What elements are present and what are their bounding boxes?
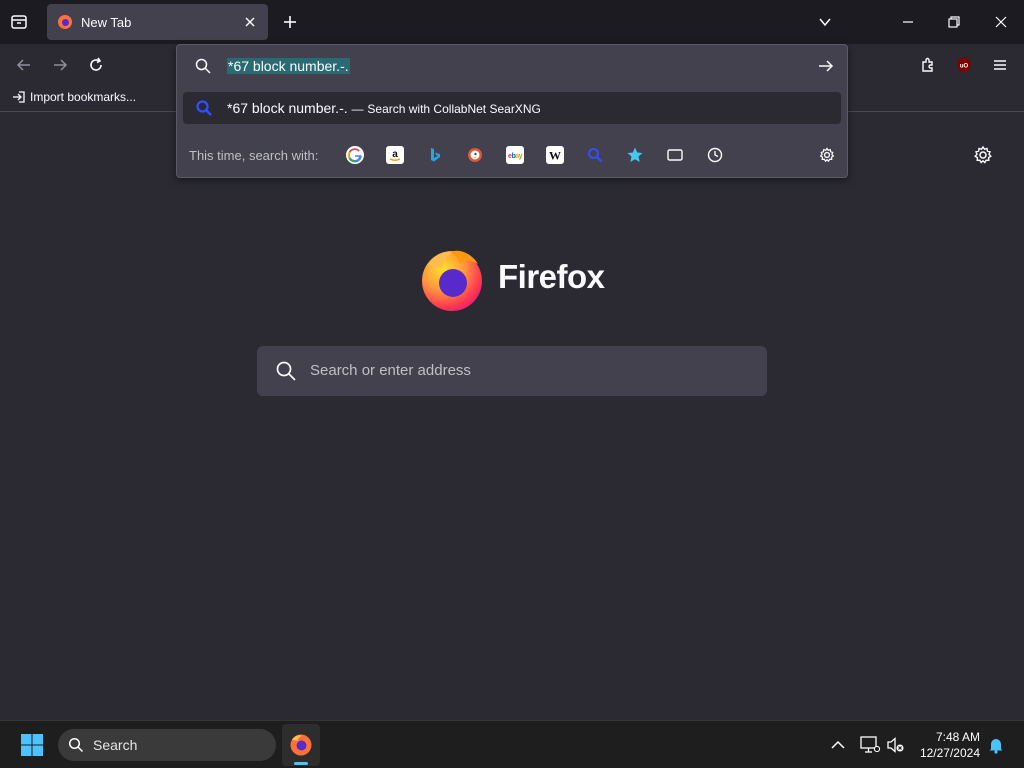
puzzle-icon bbox=[922, 57, 933, 72]
newtab-search-box[interactable]: Search or enter address bbox=[257, 346, 767, 396]
taskbar-firefox-button[interactable] bbox=[282, 724, 320, 766]
bell-icon bbox=[989, 739, 1003, 754]
app-menu-button[interactable] bbox=[989, 54, 1011, 76]
amazon-icon[interactable]: a bbox=[386, 146, 404, 164]
back-arrow-icon bbox=[16, 59, 30, 71]
minimize-icon bbox=[903, 21, 913, 23]
windows-taskbar: Search 7:48 AM 12/27/2024 bbox=[0, 720, 1024, 768]
ublock-origin-icon: uO bbox=[957, 57, 971, 73]
tab-new-tab[interactable]: New Tab bbox=[47, 4, 268, 40]
searxng-icon bbox=[196, 100, 212, 116]
duckduckgo-icon[interactable] bbox=[466, 146, 484, 164]
searxng-icon[interactable] bbox=[586, 146, 604, 164]
forward-arrow-icon bbox=[54, 59, 68, 71]
close-tab-icon[interactable] bbox=[242, 14, 258, 30]
firefox-view-icon bbox=[11, 15, 27, 29]
taskbar-search-box[interactable]: Search bbox=[58, 729, 276, 761]
urlbar[interactable]: *67 block number.-. bbox=[177, 45, 847, 87]
urlbar-input[interactable]: *67 block number.-. bbox=[227, 56, 350, 76]
clock-date: 12/27/2024 bbox=[919, 746, 980, 760]
start-button[interactable] bbox=[20, 733, 44, 757]
ublock-origin-button[interactable]: uO bbox=[953, 54, 975, 76]
reload-icon bbox=[90, 57, 102, 71]
firefox-logo-icon bbox=[422, 250, 482, 311]
urlbar-popup: *67 block number.-. *67 block number.-. … bbox=[176, 44, 848, 178]
google-icon[interactable] bbox=[346, 146, 364, 164]
newtab-search-placeholder: Search or enter address bbox=[310, 362, 471, 379]
forward-button[interactable] bbox=[49, 54, 71, 76]
suggestion-text: *67 block number.-. — Search with Collab… bbox=[227, 100, 541, 116]
tabs-icon[interactable] bbox=[666, 146, 684, 164]
reload-button[interactable] bbox=[85, 54, 107, 76]
restore-button[interactable] bbox=[942, 11, 966, 33]
search-icon bbox=[195, 58, 211, 74]
personalize-new-tab-button[interactable] bbox=[972, 144, 994, 166]
svg-text:uO: uO bbox=[960, 64, 969, 70]
urlbar-selected-text: *67 block number.-. bbox=[227, 58, 350, 74]
svg-text:a: a bbox=[392, 149, 398, 160]
gear-icon bbox=[974, 145, 992, 164]
search-icon bbox=[68, 737, 84, 753]
close-window-button[interactable] bbox=[989, 11, 1013, 33]
suggestion-separator: — bbox=[351, 102, 364, 116]
brand-wordmark: Firefox bbox=[498, 258, 605, 295]
go-arrow-icon[interactable] bbox=[817, 57, 835, 75]
plus-icon bbox=[284, 16, 296, 28]
wikipedia-icon[interactable]: W bbox=[546, 146, 564, 164]
taskbar-clock[interactable]: 7:48 AM 12/27/2024 bbox=[910, 729, 980, 761]
svg-text:y: y bbox=[519, 153, 523, 160]
show-hidden-icons-button[interactable] bbox=[828, 735, 848, 755]
back-button[interactable] bbox=[13, 54, 35, 76]
import-bookmarks-button[interactable]: Import bookmarks... bbox=[12, 90, 136, 104]
notifications-button[interactable] bbox=[986, 735, 1006, 755]
bookmarks-icon[interactable] bbox=[626, 146, 644, 164]
search-settings-button[interactable] bbox=[818, 146, 836, 164]
hamburger-menu-icon bbox=[994, 60, 1006, 70]
ebay-icon[interactable]: ebay bbox=[506, 146, 524, 164]
firefox-tab-icon bbox=[58, 15, 72, 29]
minimize-button[interactable] bbox=[896, 11, 920, 33]
chevron-down-icon bbox=[819, 18, 831, 27]
list-tabs-button[interactable] bbox=[814, 11, 836, 33]
suggestion-action: Search with CollabNet SearXNG bbox=[367, 102, 541, 116]
taskbar-search-label: Search bbox=[93, 737, 138, 753]
tab-title: New Tab bbox=[81, 14, 132, 30]
list-all-tabs-button[interactable] bbox=[8, 11, 30, 33]
one-off-search-buttons: This time, search with: a ebay W bbox=[177, 137, 847, 173]
bing-icon[interactable] bbox=[426, 146, 444, 164]
import-icon bbox=[13, 91, 25, 103]
windows-logo-icon bbox=[21, 734, 43, 756]
running-indicator bbox=[294, 762, 308, 765]
chevron-up-icon bbox=[831, 740, 845, 749]
new-tab-button[interactable] bbox=[279, 11, 301, 33]
gear-icon bbox=[819, 147, 835, 163]
volume-muted-icon bbox=[887, 737, 904, 753]
network-icon bbox=[860, 736, 881, 753]
clock-time: 7:48 AM bbox=[935, 730, 980, 744]
one-off-label: This time, search with: bbox=[189, 148, 319, 163]
search-icon bbox=[276, 361, 296, 381]
volume-button[interactable] bbox=[885, 735, 907, 755]
history-icon[interactable] bbox=[706, 146, 724, 164]
search-suggestion-row[interactable]: *67 block number.-. — Search with Collab… bbox=[183, 92, 841, 124]
network-button[interactable] bbox=[859, 735, 881, 755]
svg-text:W: W bbox=[549, 149, 561, 163]
import-bookmarks-label: Import bookmarks... bbox=[30, 90, 137, 104]
extensions-button[interactable] bbox=[917, 54, 939, 76]
close-icon bbox=[995, 16, 1007, 28]
suggestion-query: *67 block number.-. bbox=[227, 100, 348, 116]
tab-strip: New Tab bbox=[0, 0, 1024, 44]
restore-icon bbox=[948, 16, 960, 28]
firefox-icon bbox=[290, 734, 312, 756]
